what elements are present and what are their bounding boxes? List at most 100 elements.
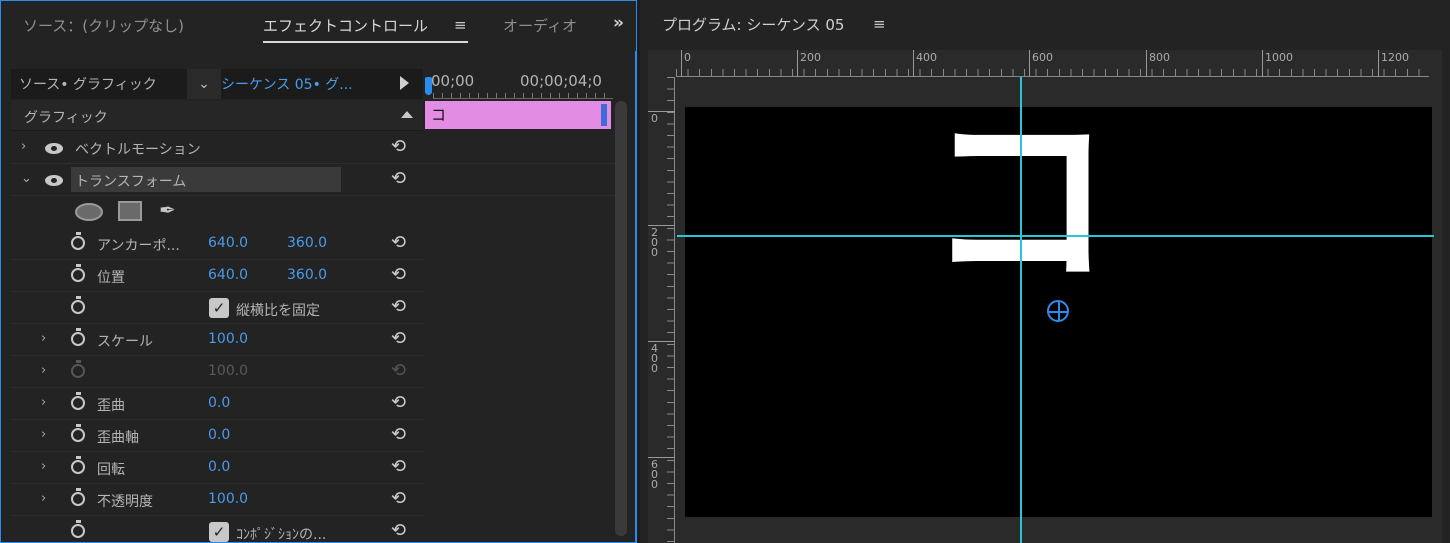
collapse-up-icon[interactable] <box>401 111 413 118</box>
vertical-scrollbar[interactable] <box>615 101 627 536</box>
property-row-vector-motion: › ベクトルモーション ⟲ <box>11 132 423 164</box>
anchor-point-y[interactable]: 360.0 <box>287 235 327 251</box>
horizontal-ruler[interactable]: 0 200 400 600 800 1000 1200 <box>676 50 1429 77</box>
property-row-composition: ✓ ｺﾝﾎﾟｼﾞｼｮﾝの... ⟲ <box>11 516 423 543</box>
property-row-anchor-point: アンカーポ... 640.0 360.0 ⟲ <box>11 228 423 260</box>
chevron-right-icon[interactable]: › <box>41 427 46 442</box>
property-row-lock-aspect: ✓ 縦横比を固定 ⟲ <box>11 292 423 324</box>
clip-end-handle[interactable] <box>601 104 607 126</box>
scale-label: スケール <box>97 334 153 350</box>
rotation-label: 回転 <box>97 462 125 478</box>
v-ruler-label-0: 0 <box>651 112 658 125</box>
play-icon[interactable] <box>400 76 409 90</box>
skew-label: 歪曲 <box>97 398 125 414</box>
program-viewer: 0 200 400 600 800 1000 1200 0 200 400 60… <box>648 50 1442 543</box>
anchor-point-x[interactable]: 640.0 <box>208 235 248 251</box>
anchor-point-handle-icon[interactable] <box>1047 300 1069 322</box>
opacity-value[interactable]: 100.0 <box>208 491 248 507</box>
rectangle-mask-icon[interactable] <box>118 201 142 221</box>
reset-icon[interactable]: ⟲ <box>391 456 406 477</box>
horizontal-guide[interactable] <box>677 235 1434 237</box>
reset-icon: ⟲ <box>391 360 407 381</box>
h-ruler-label-0: 0 <box>684 51 691 64</box>
program-monitor-title[interactable]: プログラム: シーケンス 05 <box>662 14 844 35</box>
reset-icon[interactable]: ⟲ <box>391 392 406 413</box>
program-monitor-panel: プログラム: シーケンス 05 ≡ 0 200 400 600 800 1000… <box>640 0 1450 543</box>
chevron-down-icon[interactable]: ⌄ <box>21 171 32 186</box>
reset-icon[interactable]: ⟲ <box>391 264 406 285</box>
stopwatch-icon <box>71 360 85 378</box>
breadcrumb-source[interactable]: ソース• グラフィック <box>19 74 157 94</box>
skew-axis-label: 歪曲軸 <box>97 430 139 446</box>
timeline-divider <box>425 195 615 196</box>
position-x[interactable]: 640.0 <box>208 267 248 283</box>
reset-icon[interactable]: ⟲ <box>391 520 406 541</box>
reset-icon[interactable]: ⟲ <box>391 488 406 509</box>
property-row-skew: › 歪曲 0.0 ⟲ <box>11 388 423 420</box>
timecode-end: 00;00;04;0 <box>520 72 602 90</box>
reset-icon[interactable]: ⟲ <box>391 328 406 349</box>
position-y[interactable]: 360.0 <box>287 267 327 283</box>
eye-icon[interactable] <box>45 143 63 154</box>
breadcrumb-sequence[interactable]: シーケンス 05• グ... <box>221 74 353 94</box>
active-tab-indicator <box>263 41 468 43</box>
stopwatch-icon[interactable] <box>71 456 85 474</box>
stopwatch-icon[interactable] <box>71 296 85 314</box>
reset-icon[interactable]: ⟲ <box>391 424 406 445</box>
stopwatch-icon[interactable] <box>71 520 85 538</box>
property-row-skew-axis: › 歪曲軸 0.0 ⟲ <box>11 420 423 452</box>
vertical-guide[interactable] <box>1020 77 1022 543</box>
v-ruler-label-400: 400 <box>651 342 658 375</box>
scale-value[interactable]: 100.0 <box>208 331 248 347</box>
transform-label: トランスフォーム <box>75 174 187 190</box>
composition-checkbox[interactable]: ✓ <box>209 522 229 542</box>
h-ruler-label-800: 800 <box>1149 51 1170 64</box>
chevron-down-icon[interactable]: ⌄ <box>187 69 221 99</box>
graphic-clip[interactable]: コ <box>425 101 611 129</box>
video-canvas[interactable]: コ <box>677 77 1434 543</box>
double-chevron-right-icon[interactable]: » <box>613 13 624 33</box>
stopwatch-icon[interactable] <box>71 392 85 410</box>
stopwatch-icon[interactable] <box>71 328 85 346</box>
reset-icon[interactable]: ⟲ <box>391 232 406 253</box>
section-header-graphic[interactable]: グラフィック <box>11 101 423 131</box>
reset-icon[interactable]: ⟲ <box>391 296 406 317</box>
position-label: 位置 <box>97 270 125 286</box>
lock-aspect-checkbox[interactable]: ✓ <box>209 298 229 318</box>
composition-label: ｺﾝﾎﾟｼﾞｼｮﾝの... <box>236 527 327 543</box>
chevron-right-icon[interactable]: › <box>41 491 46 506</box>
ruler-major-tick <box>681 50 682 77</box>
chevron-right-icon[interactable]: › <box>41 331 46 346</box>
ruler-major-tick <box>913 50 914 77</box>
ruler-major-tick <box>1146 50 1147 77</box>
timecode-start: 00;00 <box>431 72 475 90</box>
reset-icon[interactable]: ⟲ <box>391 136 406 157</box>
ellipse-mask-icon[interactable] <box>75 203 103 221</box>
chevron-right-icon[interactable]: › <box>41 363 46 378</box>
stopwatch-icon[interactable] <box>71 488 85 506</box>
tab-effect-controls[interactable]: エフェクトコントロール <box>263 15 428 36</box>
property-row-position: 位置 640.0 360.0 ⟲ <box>11 260 423 292</box>
chevron-right-icon[interactable]: › <box>21 139 26 154</box>
timeline-ruler[interactable] <box>433 93 613 99</box>
panel-menu-icon[interactable]: ≡ <box>454 16 467 34</box>
vector-motion-label: ベクトルモーション <box>75 142 201 158</box>
skew-value[interactable]: 0.0 <box>208 395 230 411</box>
rotation-value[interactable]: 0.0 <box>208 459 230 475</box>
stopwatch-icon[interactable] <box>71 264 85 282</box>
vertical-ruler[interactable]: 0 200 400 600 <box>648 77 675 543</box>
stopwatch-icon[interactable] <box>71 232 85 250</box>
ruler-major-tick <box>1262 50 1263 77</box>
reset-icon[interactable]: ⟲ <box>391 168 406 189</box>
tab-audio[interactable]: オーディオ <box>503 15 577 36</box>
chevron-right-icon[interactable]: › <box>41 395 46 410</box>
stopwatch-icon[interactable] <box>71 424 85 442</box>
panel-menu-icon[interactable]: ≡ <box>873 15 886 33</box>
property-row-scale: › スケール 100.0 ⟲ <box>11 324 423 356</box>
h-ruler-label-600: 600 <box>1032 51 1053 64</box>
tab-source[interactable]: ソース：(クリップなし) <box>23 15 184 36</box>
chevron-right-icon[interactable]: › <box>41 459 46 474</box>
pen-mask-icon[interactable]: ✒ <box>159 198 176 222</box>
skew-axis-value[interactable]: 0.0 <box>208 427 230 443</box>
eye-icon[interactable] <box>45 175 63 186</box>
